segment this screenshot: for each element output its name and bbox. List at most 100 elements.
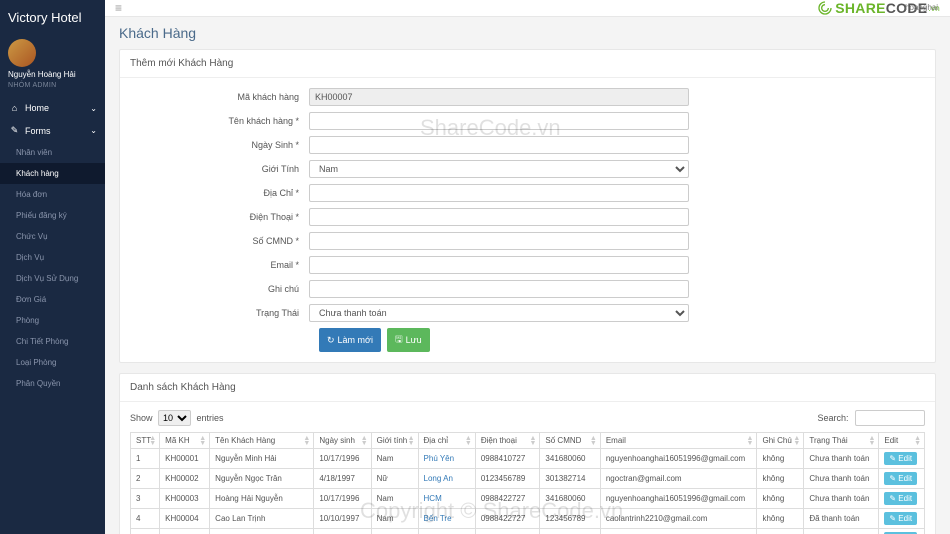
dt-page-size[interactable]: 10	[158, 410, 191, 426]
col-header[interactable]: STT▲▼	[131, 433, 160, 449]
chevron-down-icon: ⌄	[90, 104, 97, 113]
table-row: 1KH00001Nguyễn Minh Hải10/17/1996NamPhú …	[131, 449, 925, 469]
label-address: Địa Chỉ *	[134, 188, 309, 198]
col-header[interactable]: Trạng Thái▲▼	[804, 433, 879, 449]
chevron-down-icon: ⌄	[90, 126, 97, 135]
sort-icon: ▲▼	[529, 436, 536, 446]
table-cell: 123456789	[540, 509, 600, 529]
select-status[interactable]: Chưa thanh toán	[309, 304, 689, 322]
table-cell: không	[757, 469, 804, 489]
table-cell: 0988410727	[475, 449, 540, 469]
edit-button[interactable]: ✎ Edit	[884, 492, 917, 505]
table-cell: Phú Yên	[418, 449, 475, 469]
sort-icon: ▲▼	[868, 436, 875, 446]
label-id: Mã khách hàng	[134, 92, 309, 102]
input-email[interactable]	[309, 256, 689, 274]
col-header[interactable]: Số CMND▲▼	[540, 433, 600, 449]
table-cell: không	[757, 529, 804, 534]
table-cell: ✎ Edit	[879, 489, 925, 509]
edit-button[interactable]: ✎ Edit	[884, 512, 917, 525]
avatar[interactable]	[8, 39, 36, 67]
main: ≡ SHARECODE.vn hoanghai Khách Hàng Thêm …	[105, 0, 950, 534]
nav-item-phieudangky[interactable]: Phiếu đăng ký	[0, 205, 105, 226]
nav-item-chitietphong[interactable]: Chi Tiết Phòng	[0, 331, 105, 352]
table-cell: Nam	[371, 449, 418, 469]
save-icon: 🖫	[395, 332, 403, 348]
sort-icon: ▲▼	[747, 436, 754, 446]
nav-item-loaiphong[interactable]: Loại Phòng	[0, 352, 105, 373]
nav-item-phong[interactable]: Phòng	[0, 310, 105, 331]
nav-item-khachhang[interactable]: Khách hàng	[0, 163, 105, 184]
table-cell: KH00001	[160, 449, 210, 469]
nav-home[interactable]: ⌂ Home ⌄	[0, 97, 105, 119]
col-header[interactable]: Mã KH▲▼	[160, 433, 210, 449]
home-icon: ⌂	[10, 103, 19, 113]
nav-forms[interactable]: ✎Forms⌄	[0, 119, 105, 142]
table-cell: không	[757, 449, 804, 469]
nav-item-dongia[interactable]: Đơn Giá	[0, 289, 105, 310]
table-cell: HCM	[418, 489, 475, 509]
table-row: 2KH00002Nguyễn Ngọc Trân4/18/1997NữLong …	[131, 469, 925, 489]
col-header[interactable]: Địa chỉ▲▼	[418, 433, 475, 449]
sort-icon: ▲▼	[408, 436, 415, 446]
reset-button[interactable]: ↻Làm mới	[319, 328, 381, 352]
topbar-username[interactable]: hoanghai	[905, 3, 938, 12]
table-cell: Nguyễn Minh Hải	[210, 449, 314, 469]
input-phone[interactable]	[309, 208, 689, 226]
col-header[interactable]: Edit▲▼	[879, 433, 925, 449]
edit-button[interactable]: ✎ Edit	[884, 472, 917, 485]
edit-button[interactable]: ✎ Edit	[884, 452, 917, 465]
nav-item-dichvu[interactable]: Dịch Vụ	[0, 247, 105, 268]
table-cell: ✎ Edit	[879, 509, 925, 529]
reset-button-label: Làm mới	[338, 335, 373, 345]
dt-search: Search:	[817, 410, 925, 426]
select-gender[interactable]: Nam	[309, 160, 689, 178]
swirl-icon	[817, 0, 833, 16]
table-cell: KH00005	[160, 529, 210, 534]
table-cell: 2	[131, 469, 160, 489]
save-button[interactable]: 🖫Lưu	[387, 328, 430, 352]
table-cell: ✎ Edit	[879, 529, 925, 534]
table-cell: Lâm Chấn Huy	[210, 529, 314, 534]
nav-item-nhanvien[interactable]: Nhân viên	[0, 142, 105, 163]
input-note[interactable]	[309, 280, 689, 298]
nav-home-label: Home	[25, 103, 49, 113]
col-header[interactable]: Ghi Chú▲▼	[757, 433, 804, 449]
input-idcard[interactable]	[309, 232, 689, 250]
address-link[interactable]: Bến Tre	[424, 514, 452, 523]
col-header[interactable]: Giới tính▲▼	[371, 433, 418, 449]
address-link[interactable]: Phú Yên	[424, 454, 455, 463]
col-header[interactable]: Email▲▼	[600, 433, 757, 449]
table-cell: 10/10/1990	[314, 529, 371, 534]
col-header[interactable]: Điện thoại▲▼	[475, 433, 540, 449]
refresh-icon: ↻	[327, 335, 335, 346]
input-dob[interactable]	[309, 136, 689, 154]
input-name[interactable]	[309, 112, 689, 130]
save-button-label: Lưu	[406, 335, 422, 345]
table-cell: không	[757, 489, 804, 509]
nav-item-phanquyen[interactable]: Phân Quyền	[0, 373, 105, 394]
input-address[interactable]	[309, 184, 689, 202]
table-cell: HCM	[418, 529, 475, 534]
dt-search-input[interactable]	[855, 410, 925, 426]
table-cell: KH00002	[160, 469, 210, 489]
table-cell: Nam	[371, 489, 418, 509]
table-cell: 1	[131, 449, 160, 469]
table-cell: nguyenhoanghai16051996@gmail.com	[600, 489, 757, 509]
nav-item-hoadon[interactable]: Hóa đơn	[0, 184, 105, 205]
col-header[interactable]: Ngày sinh▲▼	[314, 433, 371, 449]
profile: Nguyễn Hoàng Hải NHÓM ADMIN	[0, 35, 105, 97]
list-panel-header: Danh sách Khách Hàng	[120, 374, 935, 402]
form-panel: Thêm mới Khách Hàng Mã khách hàng Tên kh…	[119, 49, 936, 363]
table-cell: KH00004	[160, 509, 210, 529]
table-cell: 0123456789	[475, 469, 540, 489]
address-link[interactable]: HCM	[424, 494, 442, 503]
menu-toggle-icon[interactable]: ≡	[115, 1, 122, 15]
table-row: 5KH00005Lâm Chấn Huy10/10/1990NamHCM0988…	[131, 529, 925, 534]
col-header[interactable]: Tên Khách Hàng▲▼	[210, 433, 314, 449]
table-cell: Chưa thanh toán	[804, 469, 879, 489]
address-link[interactable]: Long An	[424, 474, 453, 483]
nav-item-dichvusudung[interactable]: Dịch Vụ Sử Dụng	[0, 268, 105, 289]
nav-item-chucvu[interactable]: Chức Vụ	[0, 226, 105, 247]
table-cell: Nguyễn Ngọc Trân	[210, 469, 314, 489]
